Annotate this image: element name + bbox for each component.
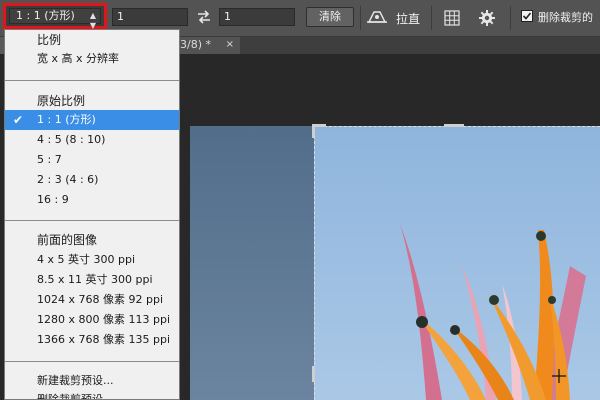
menu-item-16-9[interactable]: 16 : 9 bbox=[5, 190, 179, 210]
menu-item-2-3[interactable]: 2 : 3 (4 : 6) bbox=[5, 170, 179, 190]
menu-item-original-ratio[interactable]: 原始比例 bbox=[5, 91, 179, 111]
menu-item-delete-crop-preset[interactable]: 删除裁剪预设... bbox=[5, 390, 179, 399]
menu-item-1-1[interactable]: ✔ 1 : 1 (方形) bbox=[5, 110, 179, 130]
menu-item-5-7[interactable]: 5 : 7 bbox=[5, 150, 179, 170]
crop-border-left bbox=[314, 126, 315, 400]
ratio-preset-dropdown[interactable]: 1 : 1 (方形) ▲ ▼ bbox=[9, 8, 101, 30]
menu-separator bbox=[5, 361, 179, 362]
menu-item-1366x768[interactable]: 1366 x 768 像素 135 ppi bbox=[5, 330, 179, 350]
gear-icon[interactable] bbox=[478, 9, 496, 27]
menu-item-4x5-inch[interactable]: 4 x 5 英寸 300 ppi bbox=[5, 250, 179, 270]
separator bbox=[510, 6, 511, 30]
menu-separator bbox=[5, 220, 179, 221]
crop-handle-top-center[interactable] bbox=[444, 124, 464, 127]
photo bbox=[190, 126, 600, 400]
ratio-preset-highlight: 1 : 1 (方形) ▲ ▼ bbox=[3, 3, 107, 30]
straighten-label[interactable]: 拉直 bbox=[396, 10, 420, 27]
chevron-icon: ▲ ▼ bbox=[89, 11, 96, 30]
ratio-preset-menu: 比例 宽 x 高 x 分辨率 原始比例 ✔ 1 : 1 (方形) 4 : 5 (… bbox=[4, 29, 180, 400]
close-icon[interactable]: × bbox=[226, 37, 234, 53]
menu-item-width-height-resolution[interactable]: 宽 x 高 x 分辨率 bbox=[5, 49, 179, 69]
menu-separator bbox=[5, 80, 179, 81]
delete-cropped-label[interactable]: 删除裁剪的 bbox=[538, 9, 593, 25]
menu-item-label: 1 : 1 (方形) bbox=[37, 113, 96, 126]
swap-icon[interactable] bbox=[196, 8, 212, 26]
menu-item-front-image[interactable]: 前面的图像 bbox=[5, 230, 179, 250]
crop-handle-top-left[interactable] bbox=[312, 124, 315, 138]
menu-item-4-5[interactable]: 4 : 5 (8 : 10) bbox=[5, 130, 179, 150]
checkmark-icon: ✔ bbox=[13, 113, 24, 127]
height-field[interactable]: 1 bbox=[219, 8, 295, 26]
document-tab[interactable]: 3/8) * × bbox=[170, 37, 240, 54]
menu-item-ratio[interactable]: 比例 bbox=[5, 30, 179, 50]
clear-button[interactable]: 清除 bbox=[306, 7, 354, 27]
ratio-preset-value: 1 : 1 (方形) bbox=[16, 9, 75, 22]
crop-handle-left-center[interactable] bbox=[312, 366, 315, 382]
menu-item-new-crop-preset[interactable]: 新建裁剪预设... bbox=[5, 371, 179, 391]
checkmark-icon bbox=[522, 12, 532, 20]
menu-item-1024x768[interactable]: 1024 x 768 像素 92 ppi bbox=[5, 290, 179, 310]
delete-cropped-checkbox[interactable] bbox=[521, 10, 533, 22]
document-tab-title: 3/8) * bbox=[180, 38, 211, 51]
straighten-icon[interactable] bbox=[366, 8, 388, 26]
separator bbox=[431, 6, 432, 30]
width-field[interactable]: 1 bbox=[112, 8, 188, 26]
menu-item-1280x800[interactable]: 1280 x 800 像素 113 ppi bbox=[5, 310, 179, 330]
grid-icon[interactable] bbox=[443, 9, 461, 27]
menu-item-8-5x11-inch[interactable]: 8.5 x 11 英寸 300 ppi bbox=[5, 270, 179, 290]
separator bbox=[360, 6, 361, 30]
flower-image bbox=[190, 126, 600, 400]
